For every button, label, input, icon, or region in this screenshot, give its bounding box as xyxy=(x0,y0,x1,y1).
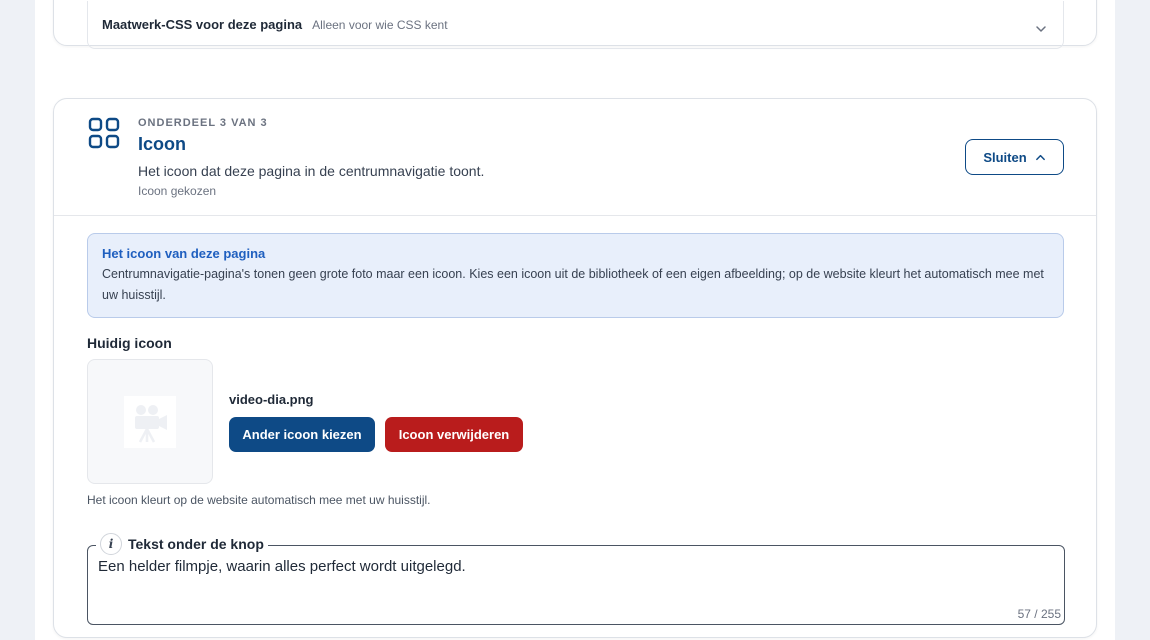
section-title: Icoon xyxy=(138,134,186,154)
button-text-input[interactable]: Een helder filmpje, waarin alles perfect… xyxy=(98,558,1048,575)
section-kicker: ONDERDEEL 3 VAN 3 xyxy=(138,117,268,129)
custom-css-title: Maatwerk-CSS voor deze pagina xyxy=(102,17,303,32)
remove-icon-button[interactable]: Icoon verwijderen xyxy=(385,417,523,452)
grid-icon xyxy=(88,117,120,149)
character-counter: 57 / 255 xyxy=(1017,607,1061,621)
section-status: Icoon gekozen xyxy=(138,184,217,198)
icon-hint: Het icoon kleurt op de website automatis… xyxy=(87,493,431,507)
button-text-legend: i Tekst onder de knop xyxy=(96,533,268,555)
chevron-down-icon[interactable] xyxy=(1035,23,1047,35)
icon-thumbnail xyxy=(87,359,213,484)
info-box: Het icoon van deze pagina Centrumnavigat… xyxy=(87,233,1064,318)
section-description: Het icoon dat deze pagina in de centrumn… xyxy=(138,163,485,179)
custom-css-hint: Alleen voor wie CSS kent xyxy=(312,17,448,32)
info-icon[interactable]: i xyxy=(100,533,122,555)
close-section-button[interactable]: Sluiten xyxy=(965,139,1064,175)
current-icon-label: Huidig icoon xyxy=(87,335,172,351)
button-text-label: Tekst onder de knop xyxy=(128,536,264,552)
chevron-up-icon xyxy=(1035,154,1045,160)
info-box-title: Het icoon van deze pagina xyxy=(102,246,266,261)
icon-section-card: ONDERDEEL 3 VAN 3 Icoon Het icoon dat de… xyxy=(53,98,1097,638)
icon-filename: video-dia.png xyxy=(229,392,314,407)
previous-section-card: Maatwerk-CSS voor deze pagina Alleen voo… xyxy=(53,0,1097,49)
choose-other-icon-button[interactable]: Ander icoon kiezen xyxy=(229,417,375,452)
button-text-field: i Tekst onder de knop Een helder filmpje… xyxy=(87,533,1065,625)
custom-css-accordion[interactable]: Maatwerk-CSS voor deze pagina Alleen voo… xyxy=(87,1,1064,49)
info-box-text: Centrumnavigatie-pagina's tonen geen gro… xyxy=(102,267,1044,302)
close-section-label: Sluiten xyxy=(983,149,1027,165)
video-camera-icon xyxy=(124,395,176,448)
page-content: Maatwerk-CSS voor deze pagina Alleen voo… xyxy=(35,0,1115,640)
section-divider xyxy=(54,215,1096,216)
